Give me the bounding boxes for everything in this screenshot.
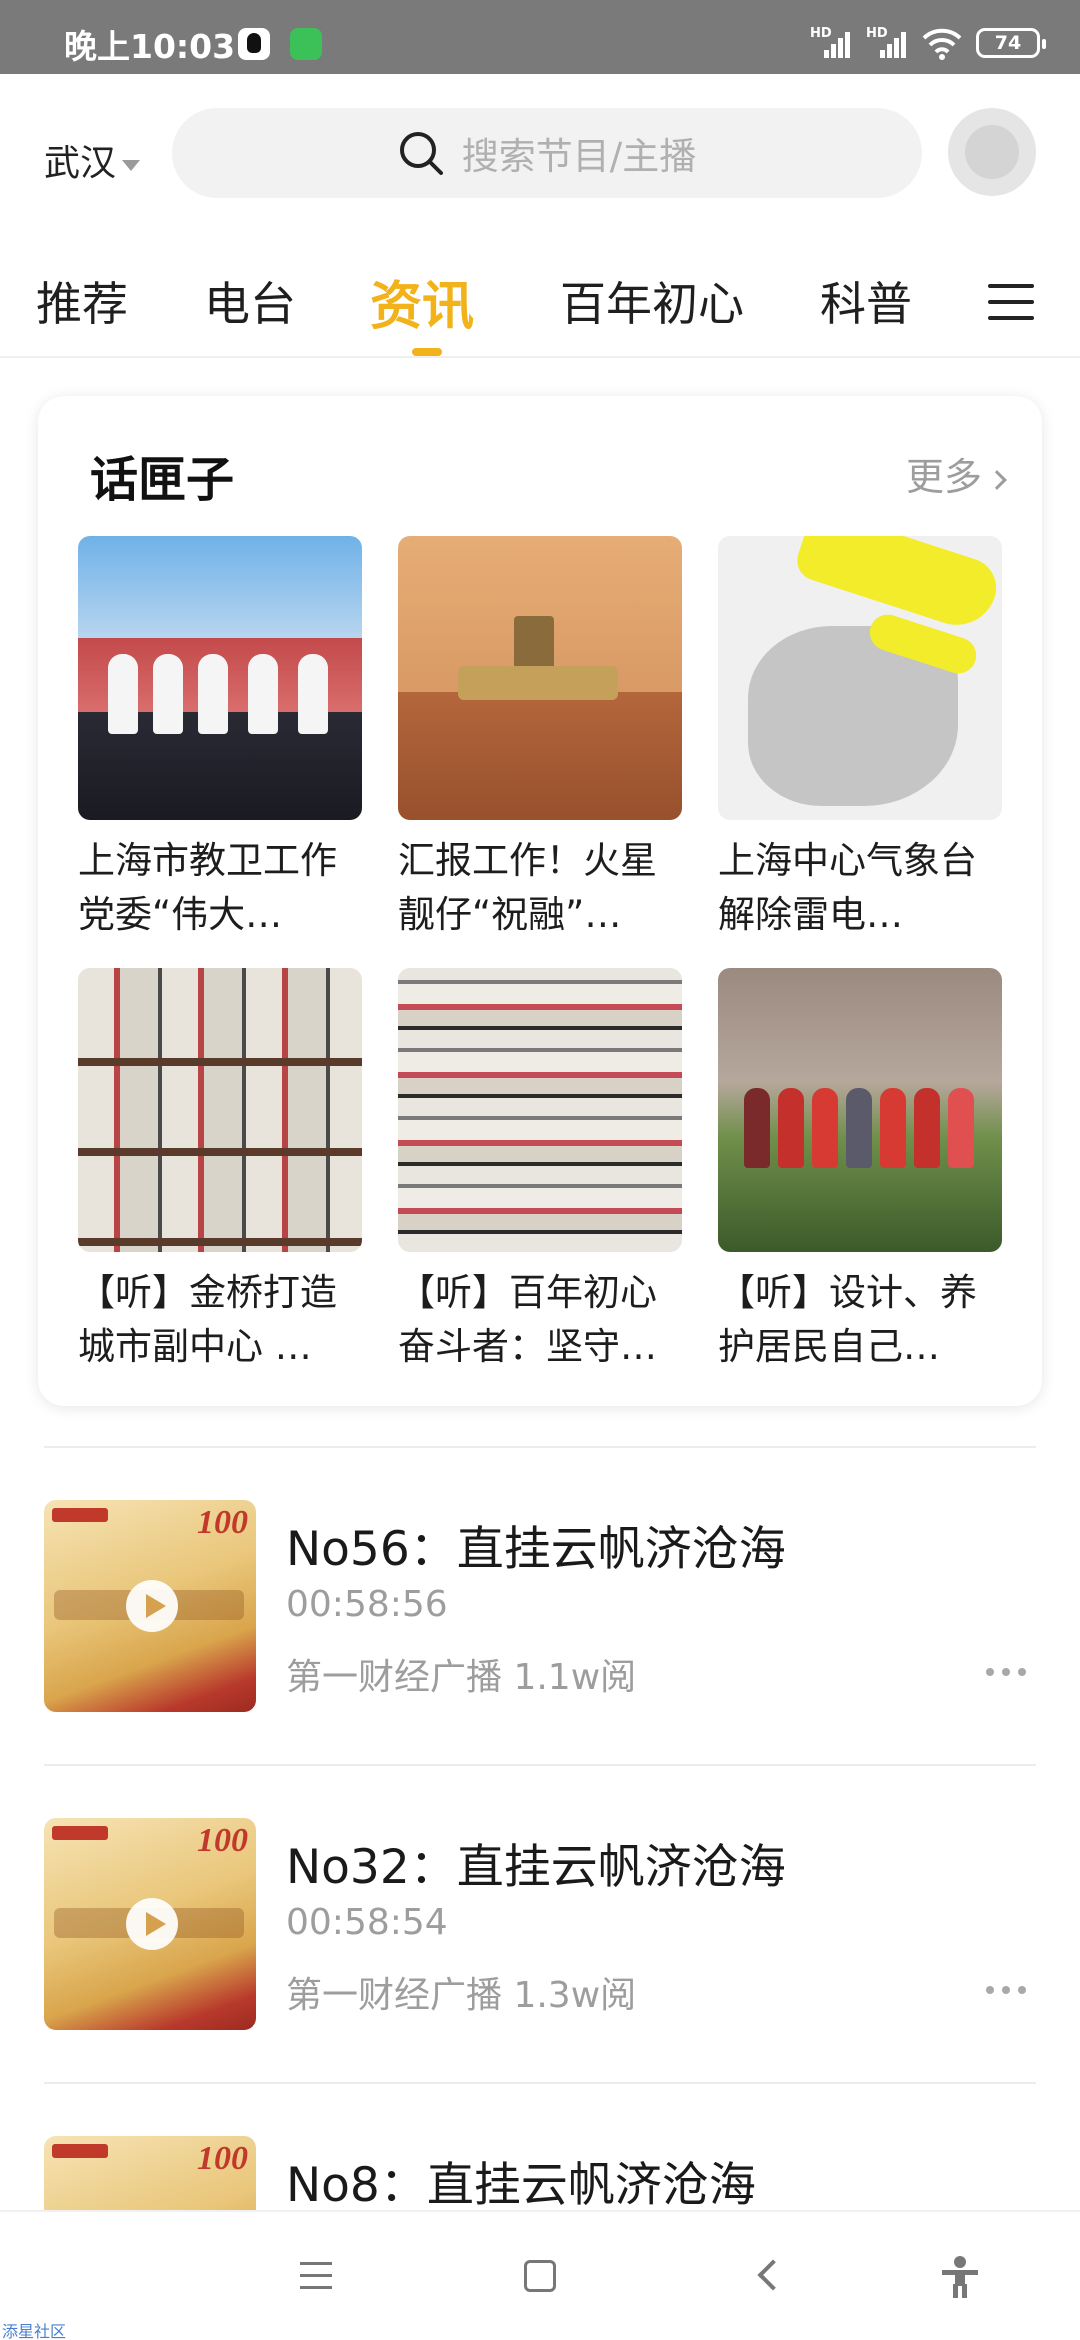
divider (44, 1446, 1036, 1448)
grid-caption: 上海中心气象台解除雷电… (718, 839, 977, 936)
category-tabs: 推荐 电台 资讯 百年初心 科普 (0, 234, 1080, 358)
status-indicators: HD HD 74 (810, 26, 1046, 60)
status-bar: 晚上10:03 HD HD 74 (0, 0, 1080, 74)
episode-thumbnail: 100 (44, 2136, 256, 2210)
play-icon[interactable] (126, 1580, 178, 1632)
list-item[interactable]: 100 No32：直挂云帆济沧海 00:58:54 第一财经广播 1.3w阅 (0, 1818, 1080, 2136)
episode-meta: 第一财经广播 1.3w阅 (286, 1975, 637, 2016)
list-item[interactable]: 100 No56：直挂云帆济沧海 00:58:56 第一财经广播 1.1w阅 (0, 1500, 1080, 1818)
grid-caption: 【听】百年初心奋斗者：坚守… (398, 1271, 657, 1368)
grid-caption: 【听】金桥打造城市副中心 … (78, 1271, 337, 1368)
header: 武汉 搜索节目/主播 (0, 74, 1080, 234)
watermark: 添星社区 (2, 2322, 67, 2340)
thumbnail-image (78, 968, 362, 1252)
active-tab-indicator (412, 348, 442, 356)
card-title: 话匣子 (90, 452, 235, 508)
search-bar[interactable]: 搜索节目/主播 (172, 108, 922, 198)
episode-meta: 第一财经广播 1.1w阅 (286, 1657, 637, 1698)
app-notification-icon (290, 28, 322, 60)
avatar-icon (965, 125, 1019, 179)
tab-radio[interactable]: 电台 (204, 268, 296, 334)
tab-science[interactable]: 科普 (820, 268, 912, 334)
more-options-icon[interactable] (986, 1668, 1030, 1678)
qq-notification-icon (238, 28, 270, 60)
wifi-icon (922, 26, 962, 60)
search-icon (399, 132, 443, 175)
grid-item[interactable]: 上海市教卫工作党委“伟大… (78, 536, 362, 942)
user-avatar[interactable] (948, 108, 1036, 196)
thumbnail-image (398, 968, 682, 1252)
battery-indicator: 74 (976, 28, 1046, 58)
grid-caption: 上海市教卫工作党委“伟大… (78, 839, 337, 936)
thumbnail-image (398, 536, 682, 820)
badge-number: 100 (197, 2140, 248, 2177)
episode-duration: 00:58:56 (286, 1584, 448, 1625)
grid-caption: 汇报工作！火星靓仔“祝融”… (398, 839, 657, 936)
tab-news[interactable]: 资讯 (370, 264, 474, 339)
signal-1-label: HD (810, 26, 832, 41)
signal-1-icon: HD (810, 26, 852, 60)
system-navigation-bar (0, 2210, 1080, 2340)
search-placeholder: 搜索节目/主播 (461, 135, 697, 178)
back-icon[interactable] (757, 2259, 789, 2291)
city-label: 武汉 (44, 143, 117, 184)
episode-title: No56：直挂云帆济沧海 (286, 1522, 786, 1577)
divider (44, 2082, 1036, 2084)
badge-number: 100 (197, 1822, 248, 1859)
grid-item[interactable]: 【听】金桥打造城市副中心 … (78, 968, 362, 1374)
city-selector[interactable]: 武汉 (44, 134, 141, 186)
caret-down-icon (122, 159, 141, 171)
episode-title: No32：直挂云帆济沧海 (286, 1840, 786, 1895)
episode-thumbnail: 100 (44, 1500, 256, 1712)
tab-recommend[interactable]: 推荐 (36, 268, 128, 334)
status-time: 晚上10:03 (64, 27, 236, 66)
accessibility-icon[interactable] (940, 2256, 980, 2298)
chevron-right-icon (987, 469, 1007, 490)
grid-caption: 【听】设计、养护居民自己… (718, 1271, 977, 1368)
map-thumbnail-image (718, 536, 1002, 820)
topic-card: 话匣子 更多 上海市教卫工作党委“伟大… 汇报工作！火星靓仔“祝融”… 上海中心… (38, 396, 1042, 1406)
recent-apps-icon[interactable] (296, 2256, 336, 2296)
more-link[interactable]: 更多 (905, 446, 1007, 501)
signal-2-label: HD (866, 26, 888, 41)
signal-2-icon: HD (866, 26, 908, 60)
thumbnail-image (78, 536, 362, 820)
episode-thumbnail: 100 (44, 1818, 256, 2030)
grid-item[interactable]: 【听】百年初心奋斗者：坚守… (398, 968, 682, 1374)
home-icon[interactable] (524, 2260, 556, 2292)
more-options-icon[interactable] (986, 1986, 1030, 1996)
menu-icon[interactable] (988, 282, 1034, 322)
badge-number: 100 (197, 1504, 248, 1541)
play-icon[interactable] (126, 1898, 178, 1950)
more-label: 更多 (905, 455, 982, 499)
episode-duration: 00:58:54 (286, 1902, 448, 1943)
thumbnail-image (718, 968, 1002, 1252)
grid-item[interactable]: 汇报工作！火星靓仔“祝融”… (398, 536, 682, 942)
grid-item[interactable]: 上海中心气象台解除雷电… (718, 536, 1002, 942)
grid-item[interactable]: 【听】设计、养护居民自己… (718, 968, 1002, 1374)
divider (44, 1764, 1036, 1766)
episode-title: No8：直挂云帆济沧海 (286, 2158, 756, 2210)
tab-centenary[interactable]: 百年初心 (560, 268, 744, 334)
list-item[interactable]: 100 No8：直挂云帆济沧海 (0, 2136, 1080, 2210)
